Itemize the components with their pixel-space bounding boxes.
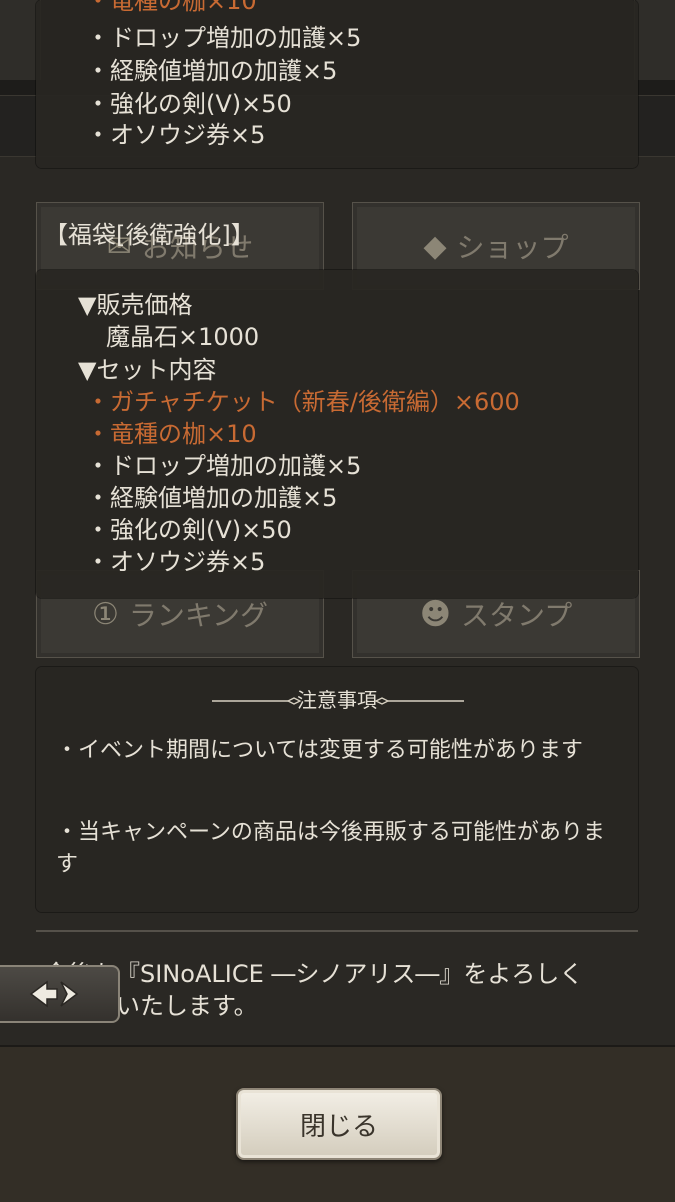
background-tile-ranking-label: ランキング [128, 599, 269, 632]
medal-icon: ① [91, 596, 119, 632]
note-item: ・当キャンペーンの商品は今後再販する可能性があります [56, 820, 605, 877]
ornament-right-icon [374, 697, 464, 705]
background-tile-shop-label: ショップ [456, 231, 569, 264]
item-line: ・ドロップ増加の加護×5 [86, 452, 362, 480]
note-item: ・イベント期間については変更する可能性があります [56, 738, 583, 763]
stamp-icon: ☻ [419, 596, 452, 632]
background-tile-stamp-label: スタンプ [461, 599, 573, 632]
background-right-button [634, 0, 675, 80]
back-button[interactable] [0, 965, 120, 1023]
set-contents-heading: ▼セット内容 [78, 356, 217, 384]
bag-contents-panel: ▼販売価格 魔晶石×1000 ▼セット内容 ・ガチャチケット（新春/後衛編）×6… [36, 270, 638, 598]
item-line: ・経験値増加の加護×5 [86, 484, 338, 512]
price-heading: ▼販売価格 [78, 291, 193, 319]
close-button-label: 閉じる [299, 1111, 378, 1142]
item-line: ・竜種の枷×10 [86, 0, 257, 15]
footer-message-line1: 今後も『SINoALICE ―シノアリス―』をよろしく [44, 960, 584, 988]
item-line: ・オソウジ券×5 [86, 121, 266, 149]
item-line: ・オソウジ券×5 [86, 548, 266, 576]
back-arrow-icon [29, 980, 79, 1008]
crystal-icon: ◆ [423, 228, 447, 264]
item-line: ・強化の剣(Ⅴ)×50 [86, 516, 292, 544]
item-line: ・経験値増加の加護×5 [86, 57, 338, 85]
bag-heading: 【福袋[後衛強化]】 [44, 221, 255, 249]
notes-title: 注意事項 [297, 688, 377, 712]
background-left-button [0, 0, 41, 80]
item-line: ・ドロップ増加の加護×5 [86, 24, 362, 52]
item-line: ・竜種の枷×10 [86, 420, 257, 448]
close-button[interactable]: 閉じる [236, 1088, 442, 1160]
footer-divider [36, 930, 638, 938]
price-value: 魔晶石×1000 [106, 323, 260, 351]
item-line: ・強化の剣(Ⅴ)×50 [86, 90, 292, 118]
notes-panel: 注意事項 ・イベント期間については変更する可能性があります ・当キャンペーンの商… [36, 667, 638, 912]
item-line: ・ガチャチケット（新春/後衛編）×600 [86, 388, 520, 416]
top-item-panel: ・竜種の枷×10 ・ドロップ増加の加護×5 ・経験値増加の加護×5 ・強化の剣(… [36, 0, 638, 168]
